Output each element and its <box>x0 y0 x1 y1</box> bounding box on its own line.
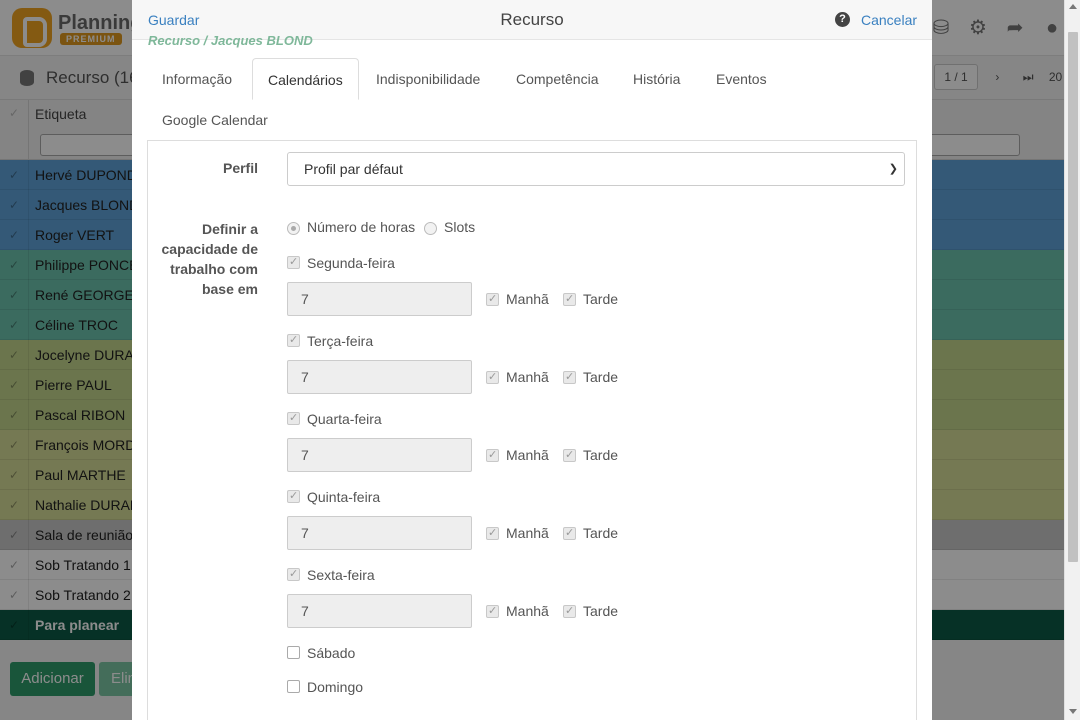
hours-input[interactable]: 7 <box>287 438 472 472</box>
morning-checkbox[interactable] <box>486 604 499 618</box>
afternoon-label[interactable]: Tarde <box>583 447 618 463</box>
morning-label[interactable]: Manhã <box>506 369 549 385</box>
calendar-panel <box>147 141 917 720</box>
morning-checkbox[interactable] <box>486 370 499 384</box>
morning-checkbox[interactable] <box>486 526 499 540</box>
tab-google-calendar[interactable]: Google Calendar <box>147 99 283 141</box>
profile-select[interactable]: Profil par défaut ❯ <box>287 152 905 186</box>
tab-historia[interactable]: História <box>618 58 695 100</box>
afternoon-checkbox[interactable] <box>563 526 576 540</box>
hours-input[interactable]: 7 <box>287 594 472 628</box>
afternoon-label[interactable]: Tarde <box>583 291 618 307</box>
afternoon-label[interactable]: Tarde <box>583 525 618 541</box>
morning-label[interactable]: Manhã <box>506 525 549 541</box>
afternoon-checkbox[interactable] <box>563 370 576 384</box>
tab-indisponibilidade[interactable]: Indisponibilidade <box>361 58 495 100</box>
day-checkbox[interactable] <box>287 680 300 693</box>
morning-label[interactable]: Manhã <box>506 603 549 619</box>
capacity-label-line: trabalho com <box>170 261 258 277</box>
breadcrumb: Recurso / Jacques BLOND <box>148 33 313 48</box>
scroll-down-icon[interactable] <box>1069 709 1077 714</box>
morning-checkbox[interactable] <box>486 448 499 462</box>
chevron-down-icon: ❯ <box>888 163 898 175</box>
scroll-up-icon[interactable] <box>1069 4 1077 9</box>
morning-label[interactable]: Manhã <box>506 447 549 463</box>
tab-eventos[interactable]: Eventos <box>701 58 782 100</box>
hours-input[interactable]: 7 <box>287 360 472 394</box>
day-label[interactable]: Quinta-feira <box>307 489 380 505</box>
tab-competencia[interactable]: Competência <box>501 58 614 100</box>
morning-checkbox[interactable] <box>486 292 499 306</box>
afternoon-checkbox[interactable] <box>563 448 576 462</box>
day-checkbox[interactable] <box>287 255 300 269</box>
day-label[interactable]: Terça-feira <box>307 333 373 349</box>
day-checkbox[interactable] <box>287 567 300 581</box>
day-label[interactable]: Sábado <box>307 645 355 661</box>
afternoon-label[interactable]: Tarde <box>583 369 618 385</box>
help-icon[interactable]: ? <box>835 12 850 27</box>
hours-input[interactable]: 7 <box>287 516 472 550</box>
day-label[interactable]: Sexta-feira <box>307 567 375 583</box>
day-checkbox[interactable] <box>287 489 300 503</box>
radio-hours[interactable] <box>287 222 300 235</box>
cancel-button[interactable]: Cancelar <box>861 12 917 28</box>
profile-label: Perfil <box>222 160 258 176</box>
tab-informacao[interactable]: Informação <box>147 58 247 100</box>
day-label[interactable]: Segunda-feira <box>307 255 395 271</box>
profile-select-value: Profil par défaut <box>304 161 403 177</box>
day-checkbox[interactable] <box>287 333 300 347</box>
day-label[interactable]: Domingo <box>307 679 363 695</box>
page-scrollbar[interactable] <box>1064 0 1080 720</box>
tab-bar: Informação Calendários Indisponibilidade… <box>147 58 917 141</box>
scrollbar-thumb[interactable] <box>1068 32 1078 562</box>
day-checkbox[interactable] <box>287 411 300 425</box>
capacity-label: Definir a capacidade de trabalho com bas… <box>152 219 259 299</box>
resource-modal: Guardar Recurso ? Cancelar Recurso / Jac… <box>132 0 932 720</box>
radio-slots[interactable] <box>424 222 437 235</box>
capacity-label-line: capacidade de <box>161 241 259 257</box>
hours-input[interactable]: 7 <box>287 282 472 316</box>
radio-slots-label[interactable]: Slots <box>444 219 475 235</box>
afternoon-checkbox[interactable] <box>563 604 576 618</box>
morning-label[interactable]: Manhã <box>506 291 549 307</box>
afternoon-label[interactable]: Tarde <box>583 603 618 619</box>
day-label[interactable]: Quarta-feira <box>307 411 382 427</box>
tab-calendarios[interactable]: Calendários <box>252 58 359 100</box>
afternoon-checkbox[interactable] <box>563 292 576 306</box>
modal-title: Recurso <box>500 10 564 29</box>
capacity-label-line: base em <box>201 281 258 297</box>
capacity-label-line: Definir a <box>201 221 258 237</box>
radio-hours-label[interactable]: Número de horas <box>307 219 415 235</box>
day-checkbox[interactable] <box>287 646 300 659</box>
